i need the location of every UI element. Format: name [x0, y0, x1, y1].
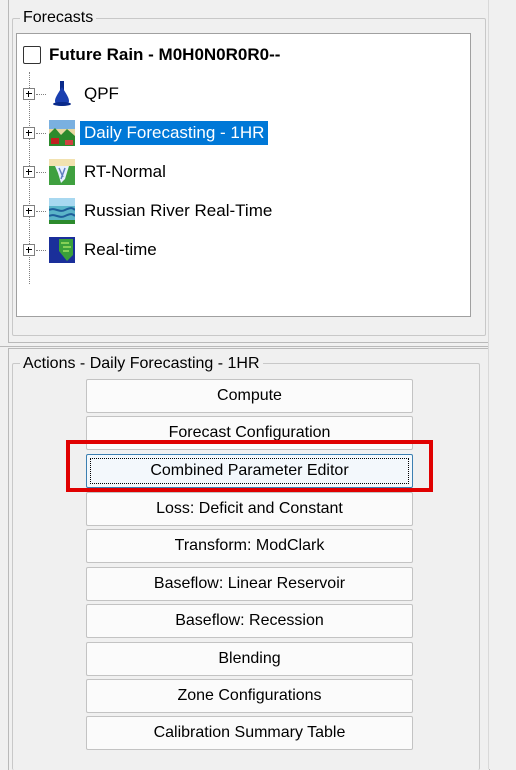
expand-icon[interactable]	[23, 166, 35, 178]
expand-icon[interactable]	[23, 244, 35, 256]
landscape-forecast-icon	[49, 120, 75, 146]
forecasts-legend: Forecasts	[20, 9, 97, 27]
baseflow-linear-reservoir-button[interactable]: Baseflow: Linear Reservoir	[86, 567, 413, 601]
tree-node-russian-river[interactable]: Russian River Real-Time	[23, 196, 276, 226]
grid-map-icon	[49, 237, 75, 263]
compute-button[interactable]: Compute	[86, 379, 413, 413]
tree-node-label: QPF	[84, 84, 119, 103]
tree-node-rt-normal[interactable]: RT-Normal	[23, 157, 170, 187]
forecast-tree[interactable]: Future Rain - M0H0N0R0R0-- QPF Daily For…	[16, 33, 471, 317]
baseflow-recession-button[interactable]: Baseflow: Recession	[86, 604, 413, 638]
tree-node-label: Real-time	[84, 240, 157, 259]
tree-root[interactable]: Future Rain - M0H0N0R0R0--	[23, 42, 280, 68]
expand-icon[interactable]	[23, 127, 35, 139]
flood-map-icon	[49, 159, 75, 185]
actions-legend: Actions - Daily Forecasting - 1HR	[20, 355, 263, 373]
expand-icon[interactable]	[23, 88, 35, 100]
tree-node-daily-forecasting[interactable]: Daily Forecasting - 1HR	[23, 118, 269, 148]
loss-deficit-constant-button[interactable]: Loss: Deficit and Constant	[86, 492, 413, 526]
blending-button[interactable]: Blending	[86, 642, 413, 676]
highlight-box	[66, 440, 433, 492]
root-checkbox[interactable]	[23, 46, 41, 64]
tree-node-real-time[interactable]: Real-time	[23, 235, 161, 265]
calibration-summary-table-button[interactable]: Calibration Summary Table	[86, 716, 413, 750]
tree-node-label: RT-Normal	[84, 162, 166, 181]
tree-node-label: Russian River Real-Time	[84, 201, 273, 220]
rain-drop-icon	[53, 81, 71, 106]
zone-configurations-button[interactable]: Zone Configurations	[86, 679, 413, 713]
right-scroll-area[interactable]	[488, 0, 516, 769]
root-label: Future Rain - M0H0N0R0R0--	[49, 45, 281, 64]
tree-node-label: Daily Forecasting - 1HR	[80, 121, 269, 145]
transform-modclark-button[interactable]: Transform: ModClark	[86, 529, 413, 563]
tree-node-qpf[interactable]: QPF	[23, 79, 123, 109]
expand-icon[interactable]	[23, 205, 35, 217]
river-realtime-icon	[49, 198, 75, 224]
